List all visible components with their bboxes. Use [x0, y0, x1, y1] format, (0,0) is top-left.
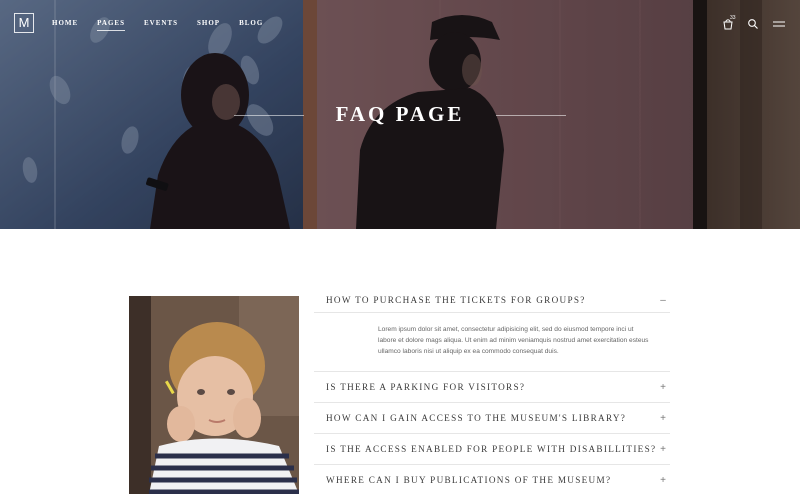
cart-count-badge: 33 — [730, 15, 736, 21]
logo[interactable]: M — [14, 13, 34, 33]
minus-icon[interactable]: – — [658, 295, 668, 306]
faq-question-toggle[interactable]: IS THERE A PARKING FOR VISITORS? + — [314, 372, 670, 402]
plus-icon[interactable]: + — [658, 475, 668, 486]
menu-icon[interactable] — [772, 17, 786, 29]
site-header: M HOME PAGES EVENTS SHOP BLOG 33 — [0, 0, 800, 48]
title-divider-right — [496, 115, 566, 116]
nav-item-shop[interactable]: SHOP — [197, 19, 220, 27]
nav-item-pages[interactable]: PAGES — [97, 19, 125, 31]
faq-question: IS THE ACCESS ENABLED FOR PEOPLE WITH DI… — [326, 444, 657, 454]
faq-question-toggle[interactable]: HOW TO PURCHASE THE TICKETS FOR GROUPS? … — [314, 288, 670, 312]
page-title: FAQ PAGE — [335, 102, 465, 126]
search-icon[interactable] — [747, 17, 759, 29]
nav-item-home[interactable]: HOME — [52, 19, 78, 27]
faq-item: HOW CAN I GAIN ACCESS TO THE MUSEUM'S LI… — [314, 403, 670, 434]
faq-item: HOW TO PURCHASE THE TICKETS FOR GROUPS? … — [314, 288, 670, 313]
faq-item: WHERE CAN I BUY PUBLICATIONS OF THE MUSE… — [314, 465, 670, 494]
cart-icon[interactable]: 33 — [722, 15, 736, 30]
header-icons: 33 — [722, 15, 786, 30]
title-divider-left — [234, 115, 304, 116]
faq-question: WHERE CAN I BUY PUBLICATIONS OF THE MUSE… — [326, 475, 612, 485]
faq-question-toggle[interactable]: WHERE CAN I BUY PUBLICATIONS OF THE MUSE… — [314, 465, 670, 494]
faq-question: HOW TO PURCHASE THE TICKETS FOR GROUPS? — [326, 295, 586, 305]
faq-question-toggle[interactable]: HOW CAN I GAIN ACCESS TO THE MUSEUM'S LI… — [314, 403, 670, 433]
plus-icon[interactable]: + — [658, 382, 668, 393]
faq-item: IS THERE A PARKING FOR VISITORS? + — [314, 371, 670, 403]
child-photo — [129, 296, 299, 494]
plus-icon[interactable]: + — [658, 413, 668, 424]
faq-accordion: HOW TO PURCHASE THE TICKETS FOR GROUPS? … — [314, 288, 670, 494]
plus-icon[interactable]: + — [658, 444, 668, 455]
nav-item-blog[interactable]: BLOG — [239, 19, 263, 27]
hero-banner: M HOME PAGES EVENTS SHOP BLOG 33 FAQ PAG… — [0, 0, 800, 229]
faq-question: IS THERE A PARKING FOR VISITORS? — [326, 382, 526, 392]
nav-item-events[interactable]: EVENTS — [144, 19, 178, 27]
hero-title-block: FAQ PAGE — [0, 100, 800, 130]
faq-question: HOW CAN I GAIN ACCESS TO THE MUSEUM'S LI… — [326, 413, 627, 423]
faq-question-toggle[interactable]: IS THE ACCESS ENABLED FOR PEOPLE WITH DI… — [314, 434, 670, 464]
main-nav: HOME PAGES EVENTS SHOP BLOG — [52, 19, 282, 31]
faq-answer: Lorem ipsum dolor sit amet, consectetur … — [378, 326, 649, 355]
faq-item: IS THE ACCESS ENABLED FOR PEOPLE WITH DI… — [314, 434, 670, 465]
faq-section: HOW TO PURCHASE THE TICKETS FOR GROUPS? … — [0, 229, 800, 494]
